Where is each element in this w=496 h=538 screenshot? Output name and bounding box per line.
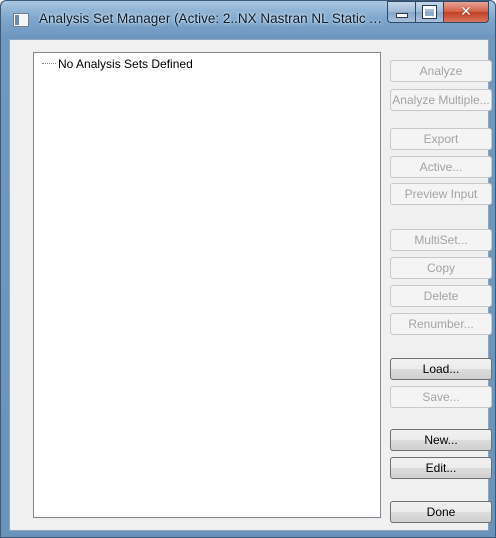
copy-button[interactable]: Copy bbox=[390, 257, 492, 279]
analysis-sets-tree[interactable]: No Analysis Sets Defined bbox=[33, 52, 381, 518]
analyze-button[interactable]: Analyze bbox=[390, 60, 492, 82]
tree-item-label: No Analysis Sets Defined bbox=[58, 57, 193, 71]
done-button[interactable]: Done bbox=[390, 501, 492, 523]
delete-button[interactable]: Delete bbox=[390, 285, 492, 307]
load-button[interactable]: Load... bbox=[390, 358, 492, 380]
close-button[interactable]: ✕ bbox=[443, 1, 489, 23]
close-icon: ✕ bbox=[460, 4, 472, 20]
title-bar[interactable]: Analysis Set Manager (Active: 2..NX Nast… bbox=[1, 1, 495, 39]
caption-buttons: ✕ bbox=[387, 1, 489, 23]
edit-button[interactable]: Edit... bbox=[390, 457, 492, 479]
renumber-button[interactable]: Renumber... bbox=[390, 313, 492, 335]
maximize-button[interactable] bbox=[415, 1, 443, 23]
dialog-client-area: No Analysis Sets Defined Analyze Analyze… bbox=[9, 39, 492, 531]
preview-input-button[interactable]: Preview Input bbox=[390, 183, 492, 205]
tree-connector-line bbox=[42, 63, 56, 65]
active-button[interactable]: Active... bbox=[390, 156, 492, 178]
tree-item[interactable]: No Analysis Sets Defined bbox=[42, 57, 193, 71]
analysis-set-manager-window: Analysis Set Manager (Active: 2..NX Nast… bbox=[0, 0, 496, 538]
app-window-icon bbox=[13, 13, 29, 27]
minimize-button[interactable] bbox=[387, 1, 415, 23]
new-button[interactable]: New... bbox=[390, 429, 492, 451]
minimize-icon bbox=[395, 12, 408, 18]
window-title: Analysis Set Manager (Active: 2..NX Nast… bbox=[39, 11, 384, 26]
maximize-icon bbox=[422, 5, 437, 19]
multiset-button[interactable]: MultiSet... bbox=[390, 229, 492, 251]
export-button[interactable]: Export bbox=[390, 128, 492, 150]
save-button[interactable]: Save... bbox=[390, 386, 492, 408]
analyze-multiple-button[interactable]: Analyze Multiple... bbox=[390, 89, 492, 111]
